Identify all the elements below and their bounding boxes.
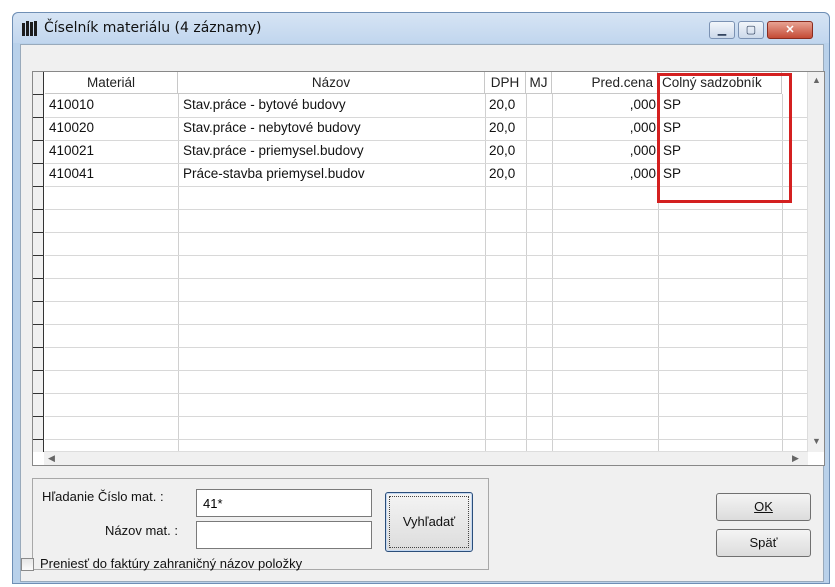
- search-number-input[interactable]: 41*: [196, 489, 372, 517]
- cell-pred-cena[interactable]: ,000: [554, 94, 656, 117]
- cell-dph[interactable]: 20,0: [489, 140, 525, 163]
- cell-mj[interactable]: [528, 117, 550, 140]
- dialog-window: Číselník materiálu (4 záznamy) ▁ ▢ ✕ Mat…: [12, 12, 830, 584]
- horizontal-scrollbar[interactable]: ◀ ▶: [44, 451, 808, 465]
- transfer-foreign-name-checkbox[interactable]: [21, 558, 34, 571]
- cell-pred-cena[interactable]: ,000: [554, 163, 656, 186]
- cell-mj[interactable]: [528, 140, 550, 163]
- scroll-up-arrow-icon[interactable]: ▲: [812, 75, 821, 85]
- close-button[interactable]: ✕: [767, 21, 813, 39]
- app-icon: [22, 21, 38, 36]
- search-name-input[interactable]: [196, 521, 372, 549]
- cell-dph[interactable]: 20,0: [489, 163, 525, 186]
- column-header-dph[interactable]: DPH: [485, 72, 526, 94]
- cell-nazov[interactable]: Práce-stavba priemysel.budov: [183, 163, 483, 186]
- scroll-left-arrow-icon[interactable]: ◀: [48, 453, 55, 464]
- cell-dph[interactable]: 20,0: [489, 94, 525, 117]
- cell-material[interactable]: 410021: [49, 140, 177, 163]
- back-button[interactable]: Späť: [716, 529, 811, 557]
- cell-dph[interactable]: 20,0: [489, 117, 525, 140]
- search-number-label: Hľadanie Číslo mat. :: [42, 489, 164, 504]
- cell-nazov[interactable]: Stav.práce - bytové budovy: [183, 94, 483, 117]
- title-bar[interactable]: Číselník materiálu (4 záznamy) ▁ ▢ ✕: [13, 13, 829, 43]
- cell-pred-cena[interactable]: ,000: [554, 117, 656, 140]
- column-header-pred-cena[interactable]: Pred.cena: [552, 72, 658, 94]
- vertical-scrollbar[interactable]: ▲ ▼: [807, 72, 824, 452]
- transfer-foreign-name-label: Preniesť do faktúry zahraničný názov pol…: [40, 556, 303, 571]
- scroll-down-arrow-icon[interactable]: ▼: [812, 436, 821, 446]
- row-header-column[interactable]: [33, 72, 44, 452]
- scroll-right-arrow-icon[interactable]: ▶: [792, 453, 799, 464]
- cell-pred-cena[interactable]: ,000: [554, 140, 656, 163]
- cell-nazov[interactable]: Stav.práce - priemysel.budovy: [183, 140, 483, 163]
- minimize-button[interactable]: ▁: [709, 21, 735, 39]
- cell-material[interactable]: 410041: [49, 163, 177, 186]
- column-header-material[interactable]: Materiál: [45, 72, 178, 94]
- cell-mj[interactable]: [528, 94, 550, 117]
- cell-mj[interactable]: [528, 163, 550, 186]
- search-button[interactable]: Vyhľadať: [385, 492, 473, 552]
- ok-button[interactable]: OK: [716, 493, 811, 521]
- column-header-nazov[interactable]: Názov: [178, 72, 485, 94]
- maximize-button[interactable]: ▢: [738, 21, 764, 39]
- column-header-mj[interactable]: MJ: [526, 72, 552, 94]
- highlight-annotation-box: [657, 73, 792, 203]
- cell-material[interactable]: 410010: [49, 94, 177, 117]
- dialog-client-area: Materiál Názov DPH MJ Pred.cena Colný sa…: [20, 44, 825, 582]
- search-name-label: Názov mat. :: [105, 523, 178, 538]
- window-title: Číselník materiálu (4 záznamy): [44, 20, 262, 36]
- cell-material[interactable]: 410020: [49, 117, 177, 140]
- cell-nazov[interactable]: Stav.práce - nebytové budovy: [183, 117, 483, 140]
